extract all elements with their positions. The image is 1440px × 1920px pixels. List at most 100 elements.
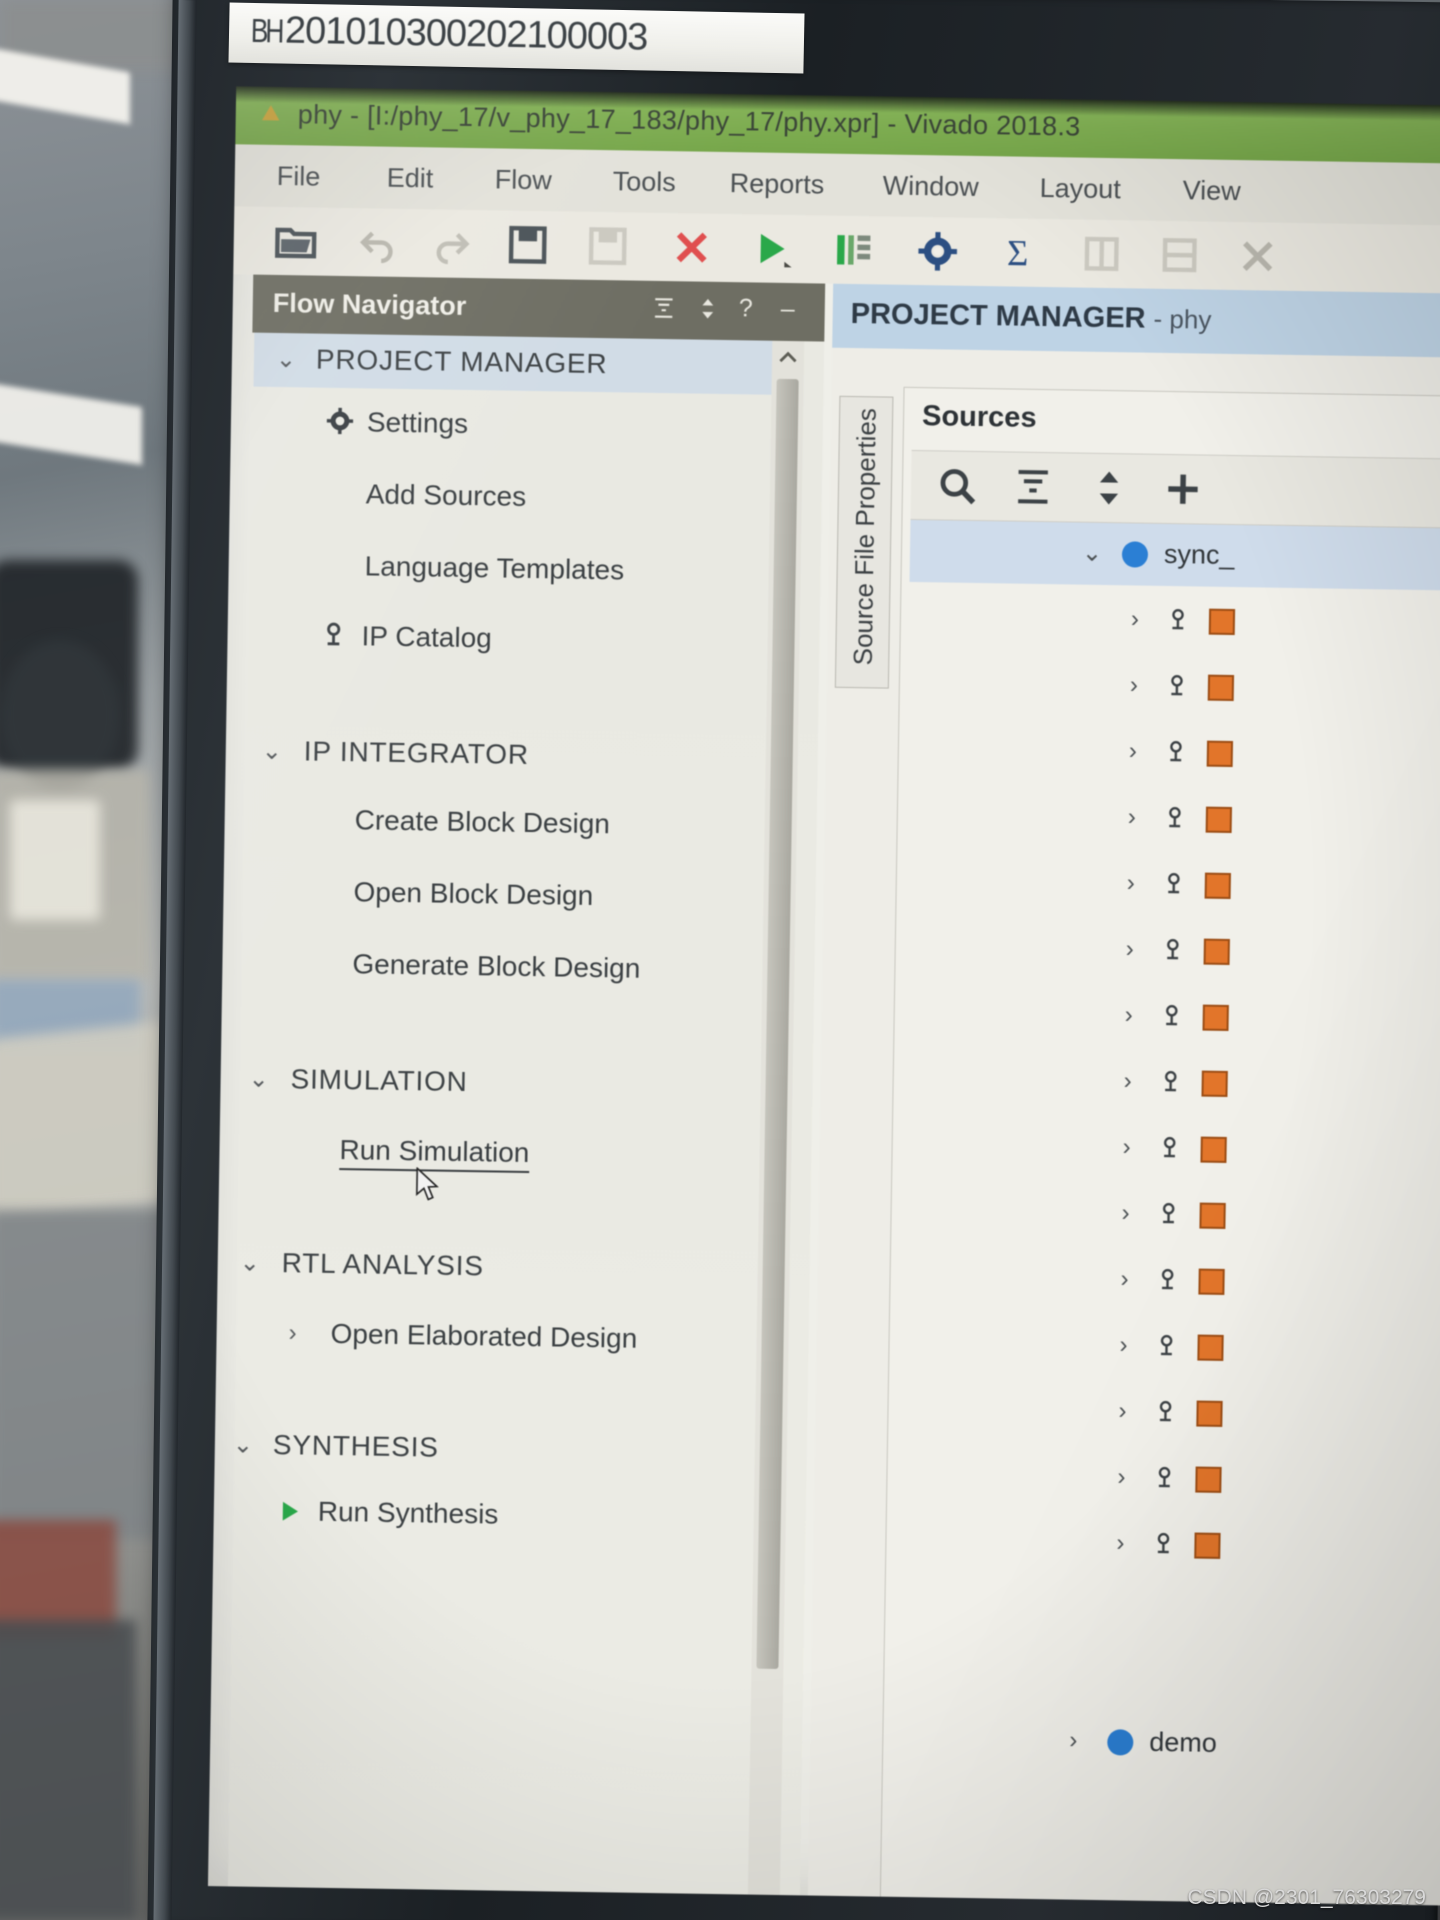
sidebar-item-settings[interactable]: Settings [367, 406, 469, 440]
save-icon[interactable] [505, 223, 550, 268]
asset-label-number: 201010300202100003 [284, 9, 648, 59]
chevron-right-icon[interactable]: › [1123, 1067, 1131, 1095]
ip-icon [319, 620, 348, 653]
table-row[interactable]: › [899, 1180, 1440, 1251]
menu-edit[interactable]: Edit [387, 163, 434, 195]
svg-text:Σ: Σ [1007, 232, 1029, 273]
project-manager-title-text: PROJECT MANAGER [850, 297, 1146, 335]
chevron-right-icon[interactable]: › [1127, 869, 1135, 897]
help-icon[interactable]: ? [739, 294, 753, 323]
orange-square-icon [1207, 674, 1235, 702]
menu-flow[interactable]: Flow [495, 164, 552, 196]
chevron-right-icon[interactable]: › [1118, 1397, 1126, 1425]
chevron-right-icon[interactable]: › [1069, 1727, 1077, 1755]
table-row[interactable]: › [903, 916, 1440, 987]
sidebar-section-rtl-analysis[interactable]: RTL ANALYSIS [281, 1247, 484, 1282]
chevron-right-icon[interactable]: › [1125, 1001, 1133, 1029]
open-project-icon[interactable] [273, 219, 318, 264]
sidebar-section-project-manager[interactable]: PROJECT MANAGER [316, 344, 608, 381]
table-row[interactable]: ⌄ sync_ [909, 519, 1440, 591]
orange-square-icon [1206, 740, 1234, 768]
table-row[interactable]: › [896, 1378, 1440, 1449]
table-row[interactable]: › [905, 784, 1440, 855]
cancel-icon[interactable] [669, 225, 714, 270]
sum-sigma-icon[interactable]: Σ [995, 230, 1040, 275]
table-row[interactable]: › [894, 1510, 1440, 1581]
chevron-right-icon[interactable]: › [1131, 605, 1139, 633]
sidebar-item-ip-catalog[interactable]: IP Catalog [361, 620, 492, 654]
table-row[interactable]: › [901, 1048, 1440, 1119]
undo-icon[interactable] [355, 220, 400, 265]
chevron-down-icon-synthesis[interactable]: ⌄ [233, 1430, 254, 1459]
chevron-right-icon[interactable]: › [1117, 1463, 1125, 1491]
chevron-right-icon[interactable]: › [1122, 1133, 1130, 1161]
search-icon[interactable] [935, 463, 980, 508]
table-row[interactable]: › [902, 982, 1440, 1053]
sidebar-item-create-block-design[interactable]: Create Block Design [354, 804, 610, 840]
chevron-right-icon[interactable]: › [1129, 737, 1137, 765]
chevron-down-icon-project-manager[interactable]: ⌄ [276, 345, 297, 374]
menu-tools[interactable]: Tools [613, 166, 676, 198]
report-icon[interactable] [831, 228, 876, 273]
sidebar-item-add-sources[interactable]: Add Sources [366, 478, 527, 513]
scroll-up-arrow-icon[interactable] [775, 345, 801, 376]
save-all-icon[interactable] [585, 224, 630, 269]
sidebar-section-synthesis[interactable]: SYNTHESIS [273, 1429, 439, 1464]
sidebar-section-ip-integrator[interactable]: IP INTEGRATOR [304, 735, 530, 771]
sidebar-section-simulation[interactable]: SIMULATION [290, 1063, 468, 1098]
table-row[interactable]: › [898, 1246, 1440, 1317]
chevron-right-icon[interactable]: › [1120, 1265, 1128, 1293]
sidebar-item-language-templates[interactable]: Language Templates [364, 550, 624, 586]
table-row[interactable]: › demo [891, 1708, 1440, 1779]
orange-square-icon [1205, 806, 1233, 834]
collapse-all-icon[interactable] [650, 295, 677, 328]
ip-orange-icon [1159, 1002, 1185, 1028]
table-row[interactable]: › [904, 850, 1440, 921]
expand-all-icon[interactable] [1087, 466, 1132, 511]
chevron-right-icon[interactable]: › [1119, 1331, 1127, 1359]
chevron-right-icon-open-elaborated-design[interactable]: › [288, 1319, 296, 1347]
menu-view[interactable]: View [1182, 175, 1241, 207]
flow-navigator-title: Flow Navigator [272, 287, 467, 321]
table-row[interactable]: › [895, 1444, 1440, 1515]
layout1-icon[interactable] [1079, 232, 1124, 277]
layout2-icon[interactable] [1157, 233, 1202, 278]
table-row[interactable]: › [906, 718, 1440, 789]
chevron-right-icon[interactable]: › [1126, 935, 1134, 963]
gear-icon [325, 406, 356, 441]
minimize-icon[interactable]: – [781, 295, 795, 324]
menu-window[interactable]: Window [882, 170, 979, 203]
sources-toolbar [910, 449, 1440, 529]
chevron-right-icon[interactable]: › [1121, 1199, 1129, 1227]
menu-file[interactable]: File [277, 161, 321, 193]
chevron-down-icon-simulation[interactable]: ⌄ [248, 1065, 269, 1094]
sidebar-item-open-block-design[interactable]: Open Block Design [353, 876, 593, 912]
menu-reports[interactable]: Reports [730, 168, 825, 200]
chevron-down-icon-rtl-analysis[interactable]: ⌄ [240, 1248, 261, 1277]
run-icon[interactable] [749, 226, 794, 271]
settings-gear-icon[interactable] [915, 229, 960, 274]
table-row[interactable]: › [900, 1114, 1440, 1185]
ip-orange-icon [1163, 738, 1189, 764]
background-lamp-arm [0, 640, 120, 790]
asset-label-prefix: BH [250, 11, 282, 50]
chevron-right-icon[interactable]: › [1128, 803, 1136, 831]
expand-all-icon[interactable] [694, 296, 721, 329]
layout3-icon[interactable] [1235, 234, 1280, 279]
chevron-right-icon[interactable]: › [1130, 671, 1138, 699]
sidebar-item-run-synthesis[interactable]: Run Synthesis [318, 1496, 499, 1531]
sidebar-item-generate-block-design[interactable]: Generate Block Design [352, 948, 640, 985]
source-file-properties-tab[interactable]: Source File Properties [834, 395, 894, 689]
menu-layout[interactable]: Layout [1039, 173, 1121, 205]
sidebar-item-open-elaborated-design[interactable]: Open Elaborated Design [330, 1318, 637, 1355]
table-row[interactable]: › [908, 586, 1440, 657]
collapse-all-icon[interactable] [1011, 465, 1056, 510]
background-desk [0, 1020, 165, 1220]
redo-icon[interactable] [429, 221, 474, 266]
chevron-down-icon-ip-integrator[interactable]: ⌄ [262, 737, 283, 766]
chevron-down-icon[interactable]: ⌄ [1082, 539, 1103, 568]
chevron-right-icon[interactable]: › [1116, 1529, 1124, 1557]
table-row[interactable]: › [897, 1312, 1440, 1383]
add-sources-icon[interactable] [1161, 467, 1206, 512]
table-row[interactable]: › [907, 652, 1440, 723]
